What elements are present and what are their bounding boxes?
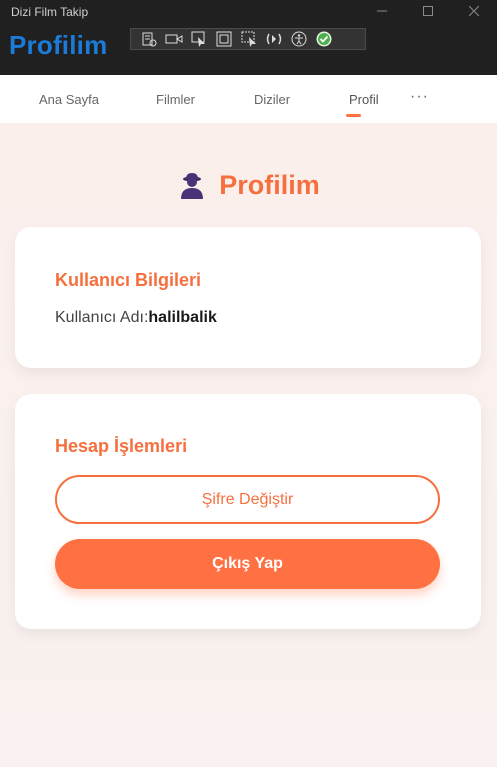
page-heading: Profilim <box>0 167 497 203</box>
tab-diziler[interactable]: Diziler <box>254 92 290 107</box>
minimize-icon <box>377 10 387 12</box>
logout-button[interactable]: Çıkış Yap <box>55 539 440 589</box>
logout-label: Çıkış Yap <box>212 555 283 572</box>
maximize-icon <box>423 6 433 16</box>
hot-reload-icon <box>266 33 282 45</box>
username-value: halilbalik <box>148 309 217 326</box>
active-tab-indicator <box>346 114 361 117</box>
account-actions-card: Hesap İşlemleri Şifre Değiştir Çıkış Yap <box>15 394 481 629</box>
display-layout-adorners-icon <box>216 31 232 47</box>
track-focus-button[interactable] <box>240 30 258 48</box>
nav-bar: Ana Sayfa Filmler Diziler Profil ··· <box>0 75 497 123</box>
accessibility-button[interactable] <box>290 30 308 48</box>
debug-toolbar <box>130 28 366 50</box>
track-focus-icon <box>241 31 256 47</box>
close-icon <box>469 6 479 16</box>
record-icon <box>165 34 183 44</box>
select-element-icon <box>191 31 205 47</box>
page-title: Profilim <box>219 169 320 200</box>
app-title: Profilim <box>9 30 108 60</box>
tab-filmler[interactable]: Filmler <box>156 92 195 107</box>
display-layout-adorners-button[interactable] <box>215 30 233 48</box>
user-info-card: Kullanıcı Bilgileri Kullanıcı Adı:halilb… <box>15 227 481 368</box>
check-icon <box>316 31 332 47</box>
maximize-button[interactable] <box>405 0 451 22</box>
user-info-title: Kullanıcı Bilgileri <box>55 270 202 290</box>
binding-status-button[interactable] <box>315 30 333 48</box>
username-row: Kullanıcı Adı:halilbalik <box>55 309 217 327</box>
window-controls <box>359 0 497 22</box>
change-password-button[interactable]: Şifre Değiştir <box>55 475 440 524</box>
minimize-button[interactable] <box>359 0 405 22</box>
account-actions-title: Hesap İşlemleri <box>55 436 188 456</box>
tab-profil[interactable]: Profil <box>349 92 379 107</box>
window-title: Dizi Film Takip <box>11 5 89 19</box>
live-visual-tree-icon <box>142 32 157 47</box>
close-button[interactable] <box>451 0 497 22</box>
change-password-label: Şifre Değiştir <box>201 490 294 508</box>
accessibility-icon <box>291 31 307 47</box>
user-icon <box>177 170 207 200</box>
hot-reload-button[interactable] <box>265 30 283 48</box>
profile-page: Profilim Kullanıcı Bilgileri Kullanıcı A… <box>0 123 497 767</box>
live-visual-tree-button[interactable] <box>140 30 158 48</box>
more-tabs-button[interactable]: ··· <box>410 88 429 106</box>
title-bar: Dizi Film Takip Profilim <box>0 0 497 75</box>
username-label: Kullanıcı Adı: <box>55 309 149 326</box>
tab-ana-sayfa[interactable]: Ana Sayfa <box>39 92 99 107</box>
select-element-button[interactable] <box>190 30 208 48</box>
record-button[interactable] <box>165 30 183 48</box>
